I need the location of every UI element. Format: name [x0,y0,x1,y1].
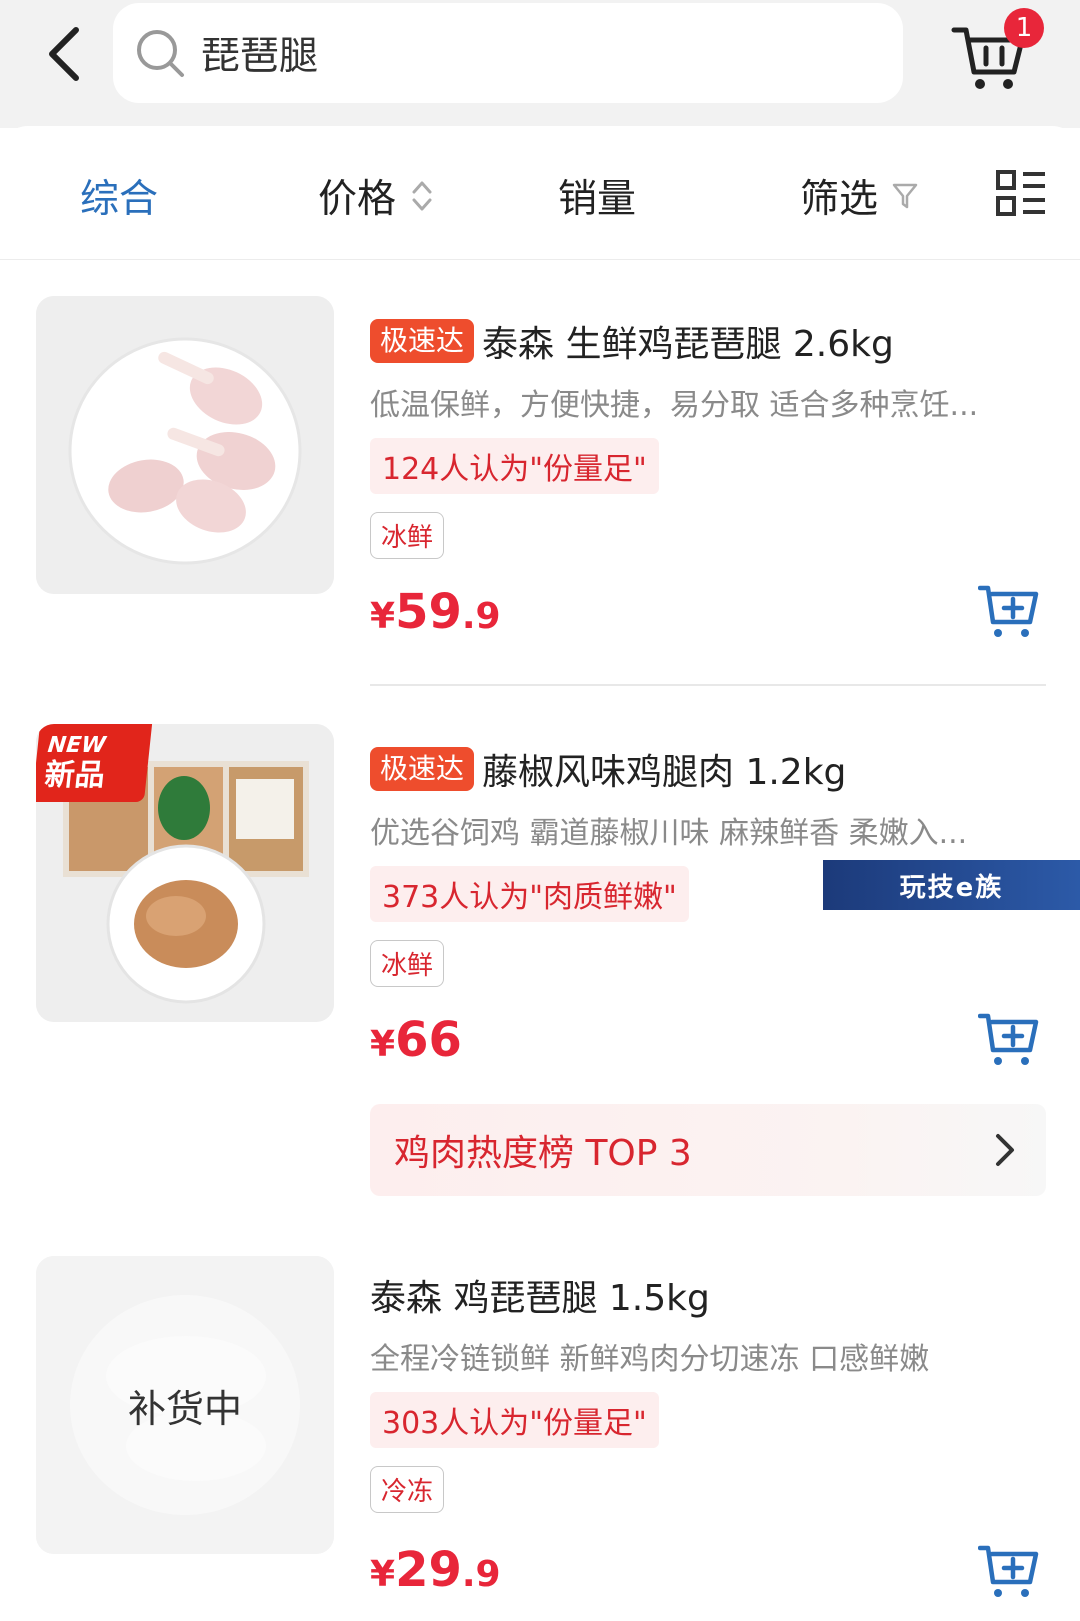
review-highlight: 373人认为"肉质鲜嫩" [370,866,689,922]
price-decimal: .9 [461,1554,501,1595]
price-integer: 29 [395,1542,462,1598]
storage-tag: 冰鲜 [370,940,445,987]
price-integer: 66 [395,1012,462,1068]
price-decimal: .9 [461,596,501,637]
product-title[interactable]: 泰森 鸡琵琶腿 1.5kg [370,1269,710,1321]
sort-updown-icon [410,178,434,214]
storage-tag: 冷冻 [370,1466,445,1513]
top-bar: 琵琶腿 1 [0,0,1080,128]
filter-funnel-icon [892,182,918,210]
sort-label: 筛选 [800,177,879,222]
sort-price[interactable]: 价格 [318,166,434,226]
add-to-cart-button[interactable] [977,582,1040,640]
sort-label: 综合 [80,177,159,222]
sort-filter[interactable]: 筛选 [800,166,918,226]
product-image[interactable]: 补货中 [36,1256,334,1554]
review-highlight: 303人认为"份量足" [370,1392,659,1448]
product-info: 泰森 鸡琵琶腿 1.5kg 全程冷链锁鲜 新鲜鸡肉分切速冻 口感鲜嫩 303人认… [370,1268,1046,1513]
sort-bar: 综合 价格 销量 筛选 [0,126,1080,260]
badge-line-2: 新品 [42,758,107,793]
product-title[interactable]: 藤椒风味鸡腿肉 1.2kg [482,743,846,795]
product-subtitle: 低温保鲜，方便快捷，易分取 适合多种烹饪... [370,388,979,423]
sort-comprehensive[interactable]: 综合 [80,166,158,226]
badge-line-1: NEW [46,733,107,758]
product-price: ¥ 66 [370,1012,462,1068]
new-product-badge: NEW 新品 [36,724,153,802]
watermark-logo: 玩技e族 [823,860,1080,910]
product-info: 极速达 泰森 生鲜鸡琵琶腿 2.6kg 低温保鲜，方便快捷，易分取 适合多种烹饪… [370,314,1046,559]
express-tag: 极速达 [370,319,475,363]
restocking-overlay: 补货中 [127,1386,242,1431]
chicken-ranking-banner[interactable]: 鸡肉热度榜 TOP 3 [370,1104,1046,1196]
product-price: ¥ 59 .9 [370,584,501,640]
divider [370,684,1046,686]
sort-sales[interactable]: 销量 [558,166,636,226]
product-image[interactable]: NEW 新品 [36,724,334,1022]
cart-count-badge: 1 [1004,8,1044,48]
list-layout-toggle[interactable] [995,168,1047,220]
sort-label: 价格 [318,177,397,222]
add-cart-icon [977,585,1039,637]
product-subtitle: 优选谷饲鸡 霸道藤椒川味 麻辣鲜香 柔嫩入... [370,816,968,851]
list-grid-icon [996,170,1045,216]
chevron-left-icon [49,27,79,81]
ranking-label: 鸡肉热度榜 TOP 3 [394,1133,692,1174]
storage-tag: 冰鲜 [370,512,445,559]
express-tag: 极速达 [370,747,475,791]
price-symbol: ¥ [370,1554,396,1595]
add-cart-icon [977,1013,1039,1065]
search-query: 琵琶腿 [201,34,319,79]
price-integer: 59 [395,584,462,640]
price-symbol: ¥ [370,1024,396,1065]
product-image[interactable] [36,296,334,594]
product-price: ¥ 29 .9 [370,1542,501,1598]
search-icon [137,30,184,77]
chevron-right-icon [996,1134,1014,1166]
price-symbol: ¥ [370,596,396,637]
watermark-text: 玩技e族 [899,872,1004,903]
product-title[interactable]: 泰森 生鲜鸡琵琶腿 2.6kg [482,315,894,367]
back-button[interactable] [34,18,94,90]
product-subtitle: 全程冷链锁鲜 新鲜鸡肉分切速冻 口感鲜嫩 [370,1342,930,1377]
add-to-cart-button[interactable] [977,1542,1040,1600]
review-highlight: 124人认为"份量足" [370,438,659,494]
drumstick-plate-image [36,296,334,594]
add-to-cart-button[interactable] [977,1010,1040,1068]
search-input[interactable]: 琵琶腿 [113,3,903,103]
sort-label: 销量 [558,177,637,222]
add-cart-icon [977,1545,1039,1597]
